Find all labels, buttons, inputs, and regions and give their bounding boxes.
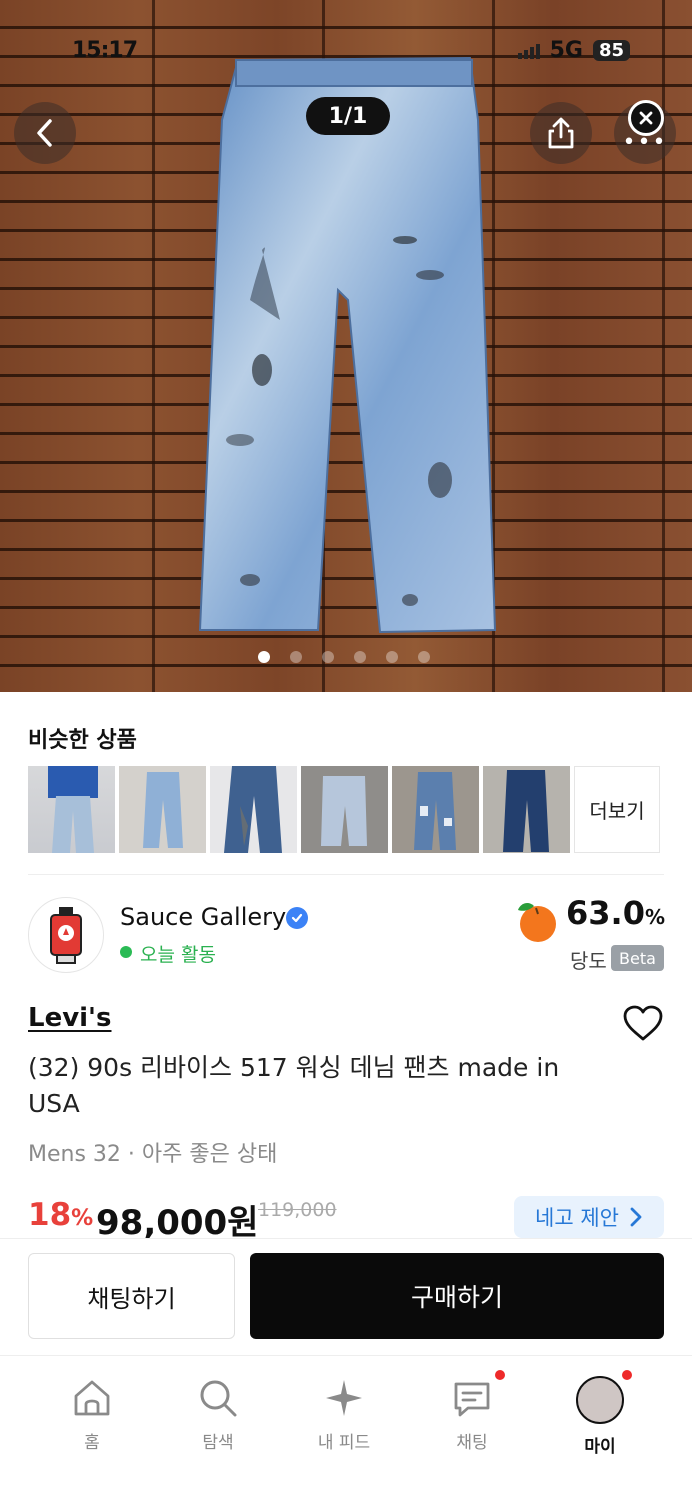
- jeans-thumbnail: [224, 766, 282, 853]
- tab-my[interactable]: 마이: [550, 1376, 650, 1457]
- tab-explore[interactable]: 탐색: [168, 1376, 268, 1453]
- page-dot[interactable]: [322, 651, 334, 663]
- chevron-right-icon: [630, 1207, 642, 1227]
- see-more-button[interactable]: 더보기: [574, 766, 660, 853]
- jeans-thumbnail: [321, 776, 367, 846]
- chevron-left-icon: [37, 119, 52, 147]
- battery-icon: 85: [592, 40, 630, 61]
- page-dot[interactable]: [354, 651, 366, 663]
- activity-status-label: 오늘 활동: [140, 944, 216, 966]
- signal-icon: [517, 43, 540, 59]
- activity-status-dot: [120, 946, 132, 958]
- tab-home[interactable]: 홈: [42, 1376, 142, 1453]
- original-price: 119,000: [258, 1199, 337, 1221]
- peach-icon: [518, 903, 556, 942]
- sweetness-label: 당도: [570, 949, 607, 973]
- page-dot[interactable]: [386, 651, 398, 663]
- share-icon: [548, 117, 574, 149]
- similar-products-title: 비슷한 상품: [28, 728, 137, 753]
- search-icon: [200, 1380, 237, 1417]
- buy-button[interactable]: 구매하기: [250, 1253, 664, 1339]
- jeans-thumbnail: [414, 772, 456, 850]
- home-icon: [74, 1380, 110, 1416]
- tab-chat[interactable]: 채팅: [422, 1376, 522, 1453]
- sparkle-icon: [326, 1380, 362, 1416]
- network-label: 5G: [549, 38, 583, 63]
- beta-badge: Beta: [611, 945, 664, 971]
- status-indicators: 5G 85: [517, 38, 630, 63]
- close-button[interactable]: [628, 100, 664, 136]
- tab-label: 채팅: [456, 1433, 488, 1453]
- seller-avatar[interactable]: [28, 897, 104, 973]
- jeans-thumbnail: [503, 770, 549, 852]
- similar-product-thumb[interactable]: [210, 766, 297, 853]
- brand-link[interactable]: Levi's: [28, 1003, 112, 1033]
- divider: [28, 874, 664, 875]
- image-pagination: [258, 651, 430, 663]
- back-button[interactable]: [14, 102, 76, 164]
- profile-avatar: [576, 1376, 624, 1424]
- product-title: (32) 90s 리바이스 517 워싱 데님 팬츠 made in USA: [28, 1053, 560, 1118]
- heart-icon[interactable]: [622, 1004, 664, 1042]
- share-button[interactable]: [530, 102, 592, 164]
- status-time: 15:17: [72, 38, 138, 63]
- product-image[interactable]: 15:17 5G 85 1/1 •••: [0, 0, 692, 692]
- similar-products-list: 더보기: [28, 766, 660, 853]
- tab-label: 탐색: [202, 1433, 234, 1453]
- chat-icon: [454, 1382, 490, 1417]
- discount-rate: 18%: [28, 1197, 94, 1233]
- close-icon: [639, 111, 653, 125]
- similar-product-thumb[interactable]: [28, 766, 115, 853]
- similar-product-thumb[interactable]: [301, 766, 388, 853]
- similar-product-thumb[interactable]: [483, 766, 570, 853]
- price-offer-button[interactable]: 네고 제안: [514, 1196, 664, 1238]
- tab-label: 마이: [584, 1437, 616, 1457]
- verified-icon: [286, 907, 308, 929]
- image-counter: 1/1: [306, 97, 390, 135]
- tab-my-feed[interactable]: 내 피드: [294, 1376, 394, 1453]
- tab-label: 홈: [84, 1433, 100, 1453]
- sweetness-score: 63.0%: [566, 894, 665, 932]
- tab-label: 내 피드: [317, 1433, 371, 1453]
- similar-product-thumb[interactable]: [392, 766, 479, 853]
- sale-price: 98,000원: [96, 1203, 259, 1243]
- page-dot[interactable]: [418, 651, 430, 663]
- product-detail-page: 15:17 5G 85 1/1 ••• 비슷한 상품 더보기 Sauce Gal…: [0, 0, 692, 1500]
- profile-notification-dot: [622, 1370, 632, 1380]
- similar-product-thumb[interactable]: [119, 766, 206, 853]
- product-condition: Mens 32 · 아주 좋은 상태: [28, 1142, 278, 1167]
- chat-notification-dot: [495, 1370, 505, 1380]
- sauce-bottle-logo: [50, 907, 82, 964]
- seller-name[interactable]: Sauce Gallery: [120, 903, 286, 931]
- page-dot[interactable]: [258, 651, 270, 663]
- page-dot[interactable]: [290, 651, 302, 663]
- chat-button[interactable]: 채팅하기: [28, 1253, 235, 1339]
- price-offer-label: 네고 제안: [535, 1206, 619, 1230]
- jeans-thumbnail: [48, 766, 98, 853]
- jeans-thumbnail: [143, 772, 183, 848]
